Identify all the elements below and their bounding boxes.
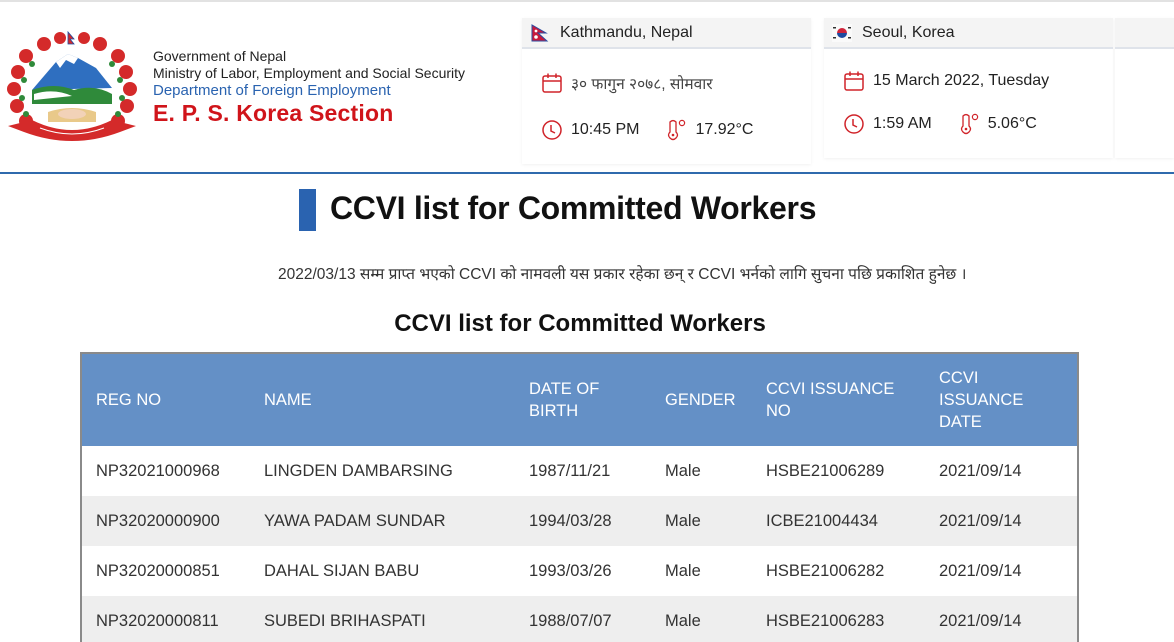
cell-gender: Male xyxy=(651,446,752,496)
seoul-card-header: Seoul, Korea xyxy=(824,18,1113,49)
cell-ccvi-issuance-date: 2021/09/14 xyxy=(925,496,1077,546)
header-divider xyxy=(0,172,1174,174)
ccvi-table-container: REG NO NAME DATE OF BIRTH GENDER CCVI IS… xyxy=(80,352,1079,642)
cell-ccvi-issuance-no: HSBE21006282 xyxy=(752,546,925,596)
ministry-line: Ministry of Labor, Employment and Social… xyxy=(153,65,466,81)
ccvi-table: REG NO NAME DATE OF BIRTH GENDER CCVI IS… xyxy=(82,354,1077,642)
site-header: Government of Nepal Ministry of Labor, E… xyxy=(0,2,1174,172)
cell-reg-no: NP32020000851 xyxy=(82,546,250,596)
column-header-reg-no: REG NO xyxy=(82,354,250,446)
column-header-ccvi-issuance-date: CCVI ISSUANCE DATE xyxy=(925,354,1077,446)
additional-city-card xyxy=(1115,18,1174,158)
table-header-row: REG NO NAME DATE OF BIRTH GENDER CCVI IS… xyxy=(82,354,1077,446)
temperature: 17.92°C xyxy=(695,121,754,138)
city-name: Kathmandu, Nepal xyxy=(560,23,693,41)
local-time: 10:45 PM xyxy=(571,121,640,138)
cell-reg-no: NP32020000811 xyxy=(82,596,250,642)
cell-gender: Male xyxy=(651,596,752,642)
cell-date-of-birth: 1994/03/28 xyxy=(515,496,651,546)
cell-name: SUBEDI BRIHASPATI xyxy=(250,596,515,642)
calendar-icon xyxy=(844,71,864,91)
column-header-name: NAME xyxy=(250,354,515,446)
additional-city-card-header xyxy=(1115,18,1174,49)
temperature: 5.06°C xyxy=(987,115,1037,132)
local-date: ३० फागुन २०७८, सोमवार xyxy=(571,76,713,93)
cell-reg-no: NP32021000968 xyxy=(82,446,250,496)
cell-ccvi-issuance-no: ICBE21004434 xyxy=(752,496,925,546)
cell-ccvi-issuance-date: 2021/09/14 xyxy=(925,446,1077,496)
kathmandu-time-row: 10:45 PM 17.92°C xyxy=(541,119,753,141)
table-title: CCVI list for Committed Workers xyxy=(394,310,766,337)
table-row: NP32020000851 DAHAL SIJAN BABU 1993/03/2… xyxy=(82,546,1077,596)
section-title: E. P. S. Korea Section xyxy=(153,100,394,126)
column-header-gender: GENDER xyxy=(651,354,752,446)
cell-gender: Male xyxy=(651,546,752,596)
city-name: Seoul, Korea xyxy=(862,23,955,41)
korea-flag-icon xyxy=(832,23,852,42)
title-accent-bar xyxy=(299,189,316,231)
nepal-emblem-icon xyxy=(7,30,137,141)
cell-ccvi-issuance-no: HSBE21006289 xyxy=(752,446,925,496)
local-date: 15 March 2022, Tuesday xyxy=(873,72,1050,89)
column-header-date-of-birth: DATE OF BIRTH xyxy=(515,354,651,446)
seoul-date-row: 15 March 2022, Tuesday xyxy=(843,70,1049,92)
table-row: NP32021000968 LINGDEN DAMBARSING 1987/11… xyxy=(82,446,1077,496)
cell-ccvi-issuance-date: 2021/09/14 xyxy=(925,596,1077,642)
page-title: CCVI list for Committed Workers xyxy=(330,190,817,226)
cell-name: DAHAL SIJAN BABU xyxy=(250,546,515,596)
local-time: 1:59 AM xyxy=(873,115,932,132)
cell-ccvi-issuance-no: HSBE21006283 xyxy=(752,596,925,642)
thermometer-icon xyxy=(960,113,978,135)
department-line: Department of Foreign Employment xyxy=(153,82,391,99)
table-row: NP32020000811 SUBEDI BRIHASPATI 1988/07/… xyxy=(82,596,1077,642)
cell-reg-no: NP32020000900 xyxy=(82,496,250,546)
cell-date-of-birth: 1993/03/26 xyxy=(515,546,651,596)
kathmandu-date-row: ३० फागुन २०७८, सोमवार xyxy=(541,72,713,94)
clock-icon xyxy=(542,120,562,140)
notice-text: 2022/03/13 सम्म प्राप्त भएको CCVI को नाम… xyxy=(278,266,967,283)
cell-name: LINGDEN DAMBARSING xyxy=(250,446,515,496)
calendar-icon xyxy=(542,73,562,93)
thermometer-icon xyxy=(668,119,686,141)
clock-icon xyxy=(844,114,864,134)
cell-gender: Male xyxy=(651,496,752,546)
cell-date-of-birth: 1987/11/21 xyxy=(515,446,651,496)
kathmandu-card-header: Kathmandu, Nepal xyxy=(522,18,811,49)
column-header-ccvi-issuance-no: CCVI ISSUANCE NO xyxy=(752,354,925,446)
cell-ccvi-issuance-date: 2021/09/14 xyxy=(925,546,1077,596)
table-row: NP32020000900 YAWA PADAM SUNDAR 1994/03/… xyxy=(82,496,1077,546)
government-title-block: Government of Nepal Ministry of Labor, E… xyxy=(153,48,465,127)
cell-date-of-birth: 1988/07/07 xyxy=(515,596,651,642)
cell-name: YAWA PADAM SUNDAR xyxy=(250,496,515,546)
seoul-time-row: 1:59 AM 5.06°C xyxy=(843,113,1037,135)
nepal-flag-icon xyxy=(531,23,549,41)
government-line: Government of Nepal xyxy=(153,48,287,64)
